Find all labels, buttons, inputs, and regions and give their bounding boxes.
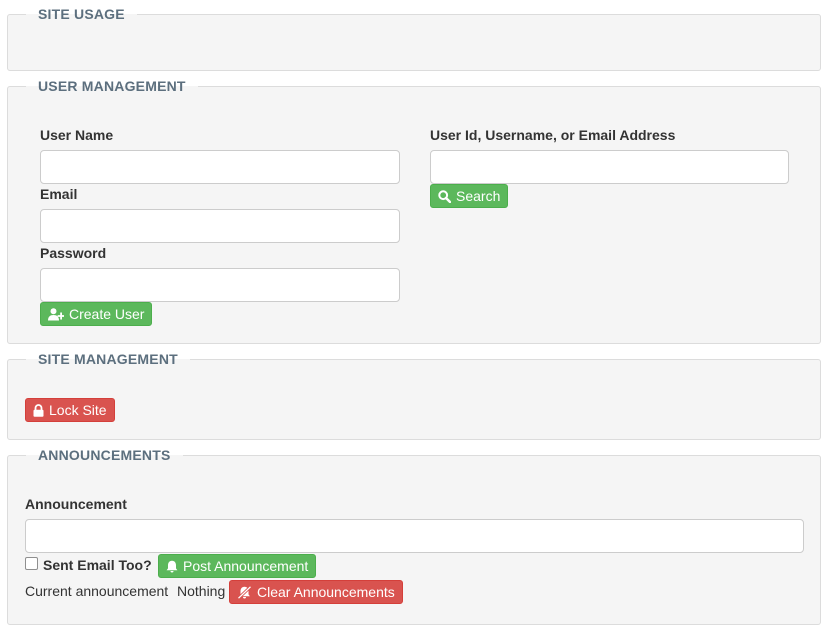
clear-announcements-label: Clear Announcements — [257, 584, 395, 600]
current-announcement-value: Nothing — [177, 583, 226, 599]
user-search-input[interactable] — [430, 150, 789, 184]
lock-site-label: Lock Site — [49, 402, 107, 418]
bell-icon — [166, 560, 178, 573]
post-announcement-button[interactable]: Post Announcement — [158, 554, 317, 578]
site-usage-panel: SITE USAGE — [7, 6, 821, 71]
site-usage-legend: SITE USAGE — [38, 6, 125, 22]
announcement-input[interactable] — [25, 519, 804, 553]
create-user-button[interactable]: Create User — [40, 302, 153, 326]
user-search-label: User Id, Username, or Email Address — [430, 127, 676, 143]
search-icon — [438, 189, 451, 203]
email-label: Email — [40, 186, 78, 202]
site-management-panel: SITE MANAGEMENT — [7, 351, 821, 440]
create-user-label: Create User — [69, 306, 145, 322]
password-label: Password — [40, 245, 107, 261]
email-input[interactable] — [40, 209, 400, 243]
user-management-legend: USER MANAGEMENT — [38, 78, 186, 94]
lock-site-button[interactable]: Lock Site — [25, 398, 115, 422]
search-label: Search — [456, 188, 501, 204]
bell-slash-icon — [237, 585, 252, 599]
clear-announcements-button[interactable]: Clear Announcements — [229, 580, 403, 604]
user-plus-icon — [48, 307, 64, 321]
site-management-legend: SITE MANAGEMENT — [38, 351, 178, 367]
announcements-legend: ANNOUNCEMENTS — [38, 447, 171, 463]
user-name-label: User Name — [40, 127, 114, 143]
announcement-label: Announcement — [25, 496, 127, 512]
user-name-input[interactable] — [40, 150, 400, 184]
lock-icon — [33, 403, 44, 417]
password-input[interactable] — [40, 268, 400, 302]
search-button[interactable]: Search — [430, 184, 509, 208]
sent-email-label: Sent Email Too? — [43, 557, 152, 573]
post-announcement-label: Post Announcement — [183, 558, 309, 574]
sent-email-checkbox[interactable] — [25, 557, 38, 570]
current-announcement-label: Current announcement — [25, 583, 169, 599]
